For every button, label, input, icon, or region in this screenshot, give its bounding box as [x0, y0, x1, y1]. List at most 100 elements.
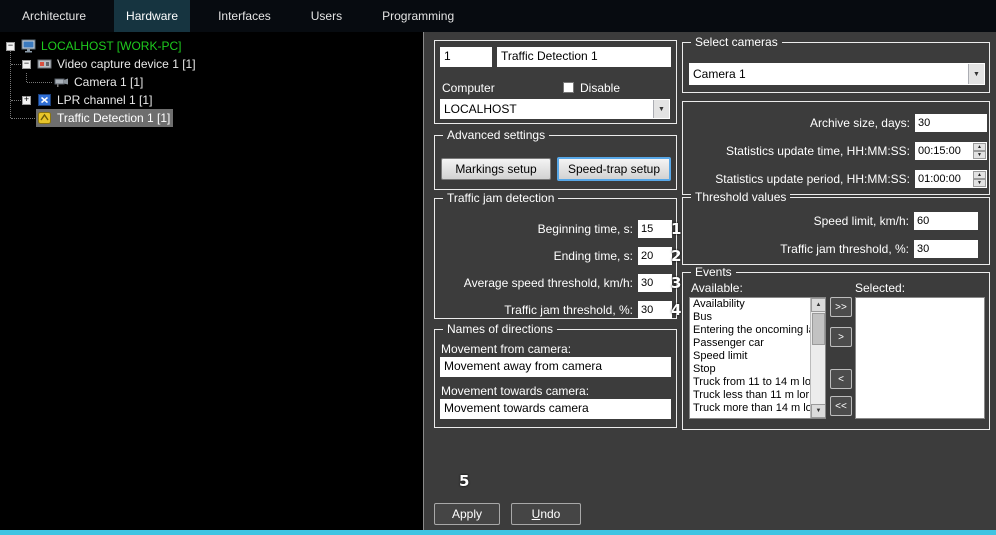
statistics-update-time-field[interactable]: 00:15:00: [915, 142, 987, 160]
add-event-button[interactable]: >: [830, 327, 852, 347]
speed-limit-row: Speed limit, km/h: 60: [687, 212, 978, 230]
annotation-5: 5: [459, 472, 470, 490]
group-title: Advanced settings: [443, 128, 550, 142]
statistics-group: Archive size, days: 30 Statistics update…: [682, 101, 990, 195]
scroll-up-icon[interactable]: [811, 298, 825, 312]
tree-connector: [10, 51, 11, 118]
beginning-time-label: Beginning time, s:: [537, 222, 633, 236]
group-title: Select cameras: [691, 35, 782, 49]
expand-icon[interactable]: [22, 95, 31, 105]
tree-item-traffic-detection[interactable]: Traffic Detection 1 [1]: [36, 109, 423, 127]
group-title: Events: [691, 265, 736, 279]
list-item[interactable]: Truck more than 14 m lo: [690, 402, 810, 415]
computer-select-value: LOCALHOST: [444, 102, 517, 116]
tree-item-label: LOCALHOST [WORK-PC]: [41, 39, 182, 53]
tree-item-label: Video capture device 1 [1]: [57, 57, 196, 71]
tab-architecture[interactable]: Architecture: [10, 0, 98, 32]
threshold-values-group: Threshold values Speed limit, km/h: 60 T…: [682, 190, 990, 265]
spinner: [973, 171, 986, 187]
group-title: Traffic jam detection: [443, 191, 559, 205]
apply-button[interactable]: Apply: [434, 503, 500, 525]
tree-item-label: LPR channel 1 [1]: [57, 93, 153, 107]
object-name-field[interactable]: Traffic Detection 1: [497, 47, 671, 67]
movement-from-camera-field[interactable]: Movement away from camera: [440, 357, 671, 377]
list-item[interactable]: Stop: [690, 363, 810, 376]
computer-icon: [21, 39, 36, 53]
computer-label: Computer: [442, 81, 495, 95]
list-item[interactable]: Speed limit: [690, 350, 810, 363]
list-item[interactable]: Passenger car: [690, 337, 810, 350]
speed-trap-setup-button[interactable]: Speed-trap setup: [557, 157, 671, 181]
remove-event-button[interactable]: <: [830, 369, 852, 389]
settings-panel: 1 Traffic Detection 1 Computer Disable L…: [425, 32, 996, 530]
annotation-4: 4: [671, 301, 682, 319]
undo-button[interactable]: Undo: [511, 503, 581, 525]
statistics-update-time-row: Statistics update time, HH:MM:SS: 00:15:…: [687, 142, 987, 160]
archive-size-row: Archive size, days: 30: [687, 114, 987, 132]
scrollbar-thumb[interactable]: [812, 313, 825, 345]
spin-down-button[interactable]: [973, 151, 986, 159]
tree-item-camera[interactable]: Camera 1 [1]: [54, 73, 423, 91]
list-item[interactable]: Truck from 11 to 14 m lo: [690, 376, 810, 389]
device-tree-panel: LOCALHOST [WORK-PC] Video capture device…: [0, 32, 424, 530]
traffic-jam-threshold-field[interactable]: 30: [638, 301, 672, 319]
list-item[interactable]: Availability: [690, 298, 810, 311]
tab-hardware[interactable]: Hardware: [114, 0, 191, 32]
spin-up-button[interactable]: [973, 143, 986, 151]
tree-item-video-capture-device[interactable]: Video capture device 1 [1]: [22, 55, 423, 73]
selected-label: Selected:: [855, 281, 906, 295]
traffic-jam-threshold-field[interactable]: 30: [914, 240, 978, 258]
selected-events-list[interactable]: [855, 297, 985, 419]
tree-item-localhost[interactable]: LOCALHOST [WORK-PC]: [6, 37, 423, 55]
tree-item-label: Traffic Detection 1 [1]: [57, 111, 171, 125]
markings-setup-button[interactable]: Markings setup: [441, 158, 551, 180]
ending-time-field[interactable]: 20: [638, 247, 672, 265]
collapse-icon[interactable]: [22, 59, 31, 69]
remove-all-events-button[interactable]: <<: [830, 396, 852, 416]
tree-item-lpr-channel[interactable]: LPR channel 1 [1]: [22, 91, 423, 109]
statistics-update-period-row: Statistics update period, HH:MM:SS: 01:0…: [687, 170, 987, 188]
beginning-time-field[interactable]: 15: [638, 220, 672, 238]
list-item[interactable]: Truck less than 11 m lor: [690, 389, 810, 402]
available-label: Available:: [691, 281, 743, 295]
apply-button-label: Apply: [451, 507, 483, 521]
spin-down-button[interactable]: [973, 179, 986, 187]
capture-device-icon: [37, 57, 52, 71]
movement-towards-camera-field[interactable]: Movement towards camera: [440, 399, 671, 419]
identity-group: 1 Traffic Detection 1 Computer Disable L…: [434, 40, 677, 124]
list-item[interactable]: Bus: [690, 311, 810, 324]
names-of-directions-group: Names of directions Movement from camera…: [434, 322, 677, 428]
archive-size-label: Archive size, days:: [809, 116, 910, 130]
scroll-down-icon[interactable]: [811, 404, 825, 418]
undo-button-label: Undo: [531, 507, 561, 521]
chevron-down-icon[interactable]: [968, 64, 984, 84]
speed-limit-field[interactable]: 60: [914, 212, 978, 230]
average-speed-threshold-field[interactable]: 30: [638, 274, 672, 292]
tab-interfaces[interactable]: Interfaces: [206, 0, 283, 32]
chevron-down-icon[interactable]: [653, 100, 669, 118]
archive-size-field[interactable]: 30: [915, 114, 987, 132]
movement-towards-camera-label: Movement towards camera:: [441, 384, 590, 398]
add-all-events-button[interactable]: >>: [830, 297, 852, 317]
object-id-field[interactable]: 1: [440, 47, 492, 67]
group-title: Threshold values: [691, 190, 791, 204]
tab-users[interactable]: Users: [299, 0, 354, 32]
list-item[interactable]: Entering the oncoming la: [690, 324, 810, 337]
scrollbar[interactable]: [810, 298, 825, 418]
camera-select[interactable]: Camera 1: [689, 63, 985, 85]
statistics-update-period-field[interactable]: 01:00:00: [915, 170, 987, 188]
top-tab-bar: Architecture Hardware Interfaces Users P…: [0, 0, 996, 32]
spin-up-button[interactable]: [973, 171, 986, 179]
tab-programming[interactable]: Programming: [370, 0, 466, 32]
traffic-jam-threshold-row: Traffic jam threshold, %: 30: [687, 240, 978, 258]
collapse-icon[interactable]: [6, 41, 15, 51]
tree-item-label: Camera 1 [1]: [74, 75, 144, 89]
select-cameras-group: Select cameras Camera 1: [682, 35, 990, 93]
traffic-detection-icon: [37, 111, 52, 125]
disable-checkbox[interactable]: [563, 82, 574, 93]
lpr-channel-icon: [37, 93, 52, 107]
spinner: [973, 143, 986, 159]
available-events-list[interactable]: Availability Bus Entering the oncoming l…: [689, 297, 826, 419]
annotation-2: 2: [671, 247, 682, 265]
computer-select[interactable]: LOCALHOST: [440, 99, 670, 119]
